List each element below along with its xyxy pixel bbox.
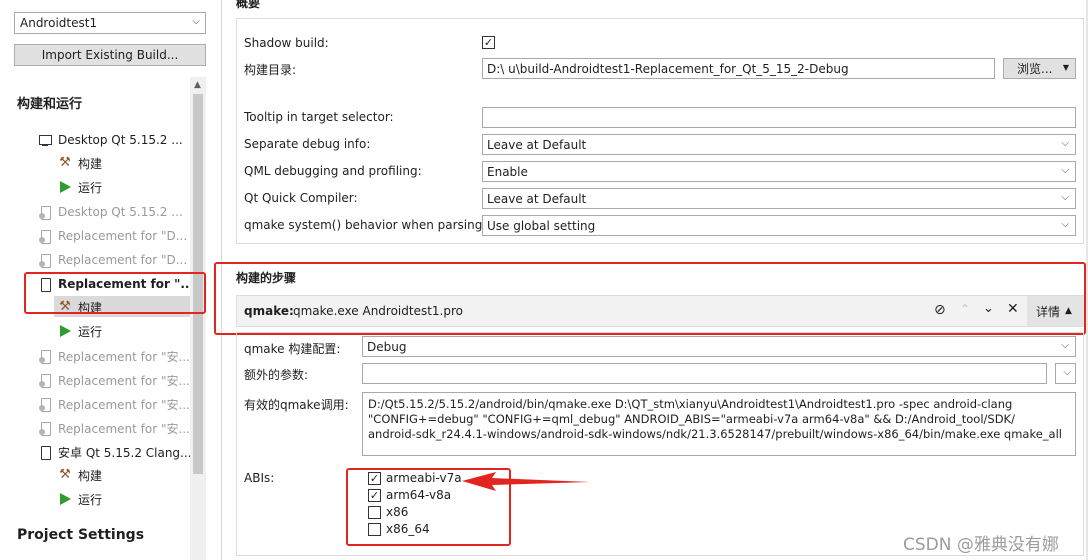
sidebar-item-run[interactable]: 运行 (58, 177, 102, 197)
build-dir-input[interactable]: D:\ u\build-Androidtest1-Replacement_for… (482, 58, 995, 79)
general-settings-group (236, 18, 1084, 244)
browse-button[interactable]: 浏览... ▼ (1003, 58, 1076, 79)
shadow-build-label: Shadow build: (244, 36, 329, 50)
sidebar-item-label: Replacement for "安... (58, 349, 190, 364)
sidebar-item-label: Replacement for "安... (58, 421, 190, 436)
scroll-up-icon: ▲ (194, 80, 201, 90)
sidebar-kit-replacement-d2[interactable]: Replacement for "D... (38, 250, 187, 270)
chevron-down-icon: ⌵ (1063, 367, 1071, 378)
sidebar-item-label: Replacement for "安... (58, 397, 190, 412)
qt-quick-compiler-label: Qt Quick Compiler: (244, 191, 358, 205)
qmake-config-value: Debug (367, 339, 407, 354)
sidebar-item-label: Desktop Qt 5.15.2 ... (58, 205, 183, 219)
sidebar-item-label: 运行 (78, 180, 103, 195)
qt-quick-compiler-value: Leave at Default (487, 191, 587, 206)
tooltip-input[interactable] (482, 107, 1076, 128)
chevron-down-icon: ⌵ (1061, 192, 1069, 203)
caret-down-icon: ▼ (1062, 63, 1069, 72)
chevron-down-icon: ⌵ (1061, 340, 1069, 351)
extra-args-history[interactable]: ⌵ (1055, 363, 1076, 384)
extra-args-input[interactable] (362, 363, 1047, 384)
sidebar-kit-replacement-an2[interactable]: Replacement for "安... (38, 370, 190, 390)
chevron-down-icon: ⌵ (192, 16, 200, 27)
separate-debug-label: Separate debug info: (244, 137, 371, 151)
chevron-down-icon: ⌵ (1061, 219, 1069, 230)
shadow-build-checkbox[interactable]: ✓ (482, 36, 495, 49)
highlight-active-kit (24, 272, 206, 314)
sidebar-kit-android-clang[interactable]: 安卓 Qt 5.15.2 Clang... (38, 442, 192, 462)
qmake-behavior-label: qmake system() behavior when parsing: (244, 218, 487, 232)
sidebar-item-label: Replacement for "D... (58, 253, 188, 267)
effective-call-text: D:/Qt5.15.2/5.15.2/android/bin/qmake.exe… (362, 392, 1076, 456)
separate-debug-value: Leave at Default (487, 137, 587, 152)
sidebar-item-run[interactable]: 运行 (58, 489, 102, 509)
watermark: CSDN @雅典没有娜 (903, 535, 1059, 555)
separate-debug-select[interactable]: Leave at Default ⌵ (482, 134, 1076, 155)
device-icon (38, 397, 52, 412)
device-icon (38, 253, 52, 268)
play-icon (58, 492, 72, 506)
qt-quick-compiler-select[interactable]: Leave at Default ⌵ (482, 188, 1076, 209)
hammer-icon: ⚒ (59, 467, 71, 482)
monitor-plus-icon (38, 205, 52, 220)
kit-selector-label: Androidtest1 (20, 16, 98, 30)
qmake-config-label: qmake 构建配置: (244, 342, 341, 356)
effective-call-line-1: D:/Qt5.15.2/5.15.2/android/bin/qmake.exe… (368, 397, 1013, 411)
chevron-down-icon: ⌵ (1061, 165, 1069, 176)
device-icon (38, 349, 52, 364)
sidebar-item-label: 构建 (78, 156, 103, 171)
sidebar-item-label: Replacement for "安... (58, 373, 190, 388)
sidebar-item-label: 安卓 Qt 5.15.2 Clang... (58, 445, 192, 460)
sidebar-kit-desktop-disabled[interactable]: Desktop Qt 5.15.2 ... (38, 202, 183, 222)
sidebar-kit-replacement-an1[interactable]: Replacement for "安... (38, 346, 190, 366)
monitor-icon (38, 133, 52, 147)
highlight-build-steps (214, 262, 1086, 335)
tooltip-label: Tooltip in target selector: (244, 110, 394, 124)
build-dir-label: 构建目录: (244, 63, 297, 77)
qml-debug-select[interactable]: Enable ⌵ (482, 161, 1076, 182)
sidebar-item-build[interactable]: ⚒ 构建 (58, 465, 102, 485)
effective-call-line-3: android-sdk_r24.4.1-windows/android-sdk-… (368, 427, 1062, 441)
hammer-icon: ⚒ (59, 155, 71, 170)
sidebar-item-run[interactable]: 运行 (58, 321, 102, 341)
general-section-title: 概要 (236, 0, 261, 10)
sidebar-item-label: Desktop Qt 5.15.2 ... (58, 133, 183, 147)
sidebar-scrollbar[interactable]: ▲ (190, 77, 206, 560)
device-icon (38, 229, 52, 244)
project-settings-heading: Project Settings (17, 527, 145, 543)
extra-args-label: 额外的参数: (244, 368, 309, 382)
sidebar-item-label: 运行 (78, 324, 103, 339)
effective-call-label: 有效的qmake调用: (244, 398, 349, 412)
qml-debug-label: QML debugging and profiling: (244, 164, 422, 178)
qml-debug-value: Enable (487, 164, 528, 179)
red-arrow-icon (462, 472, 590, 491)
sidebar-kit-desktop[interactable]: Desktop Qt 5.15.2 ... (38, 130, 183, 150)
sidebar-kit-replacement-an3[interactable]: Replacement for "安... (38, 394, 190, 414)
sidebar-item-build[interactable]: ⚒ 构建 (58, 153, 102, 173)
qmake-config-select[interactable]: Debug ⌵ (362, 336, 1076, 357)
section-build-and-run: 构建和运行 (17, 97, 83, 112)
sidebar-item-label: 构建 (78, 468, 103, 483)
sidebar-item-label: Replacement for "D... (58, 229, 188, 243)
sidebar-item-label: 运行 (78, 492, 103, 507)
play-icon (58, 180, 72, 194)
play-icon (58, 324, 72, 338)
device-icon (38, 445, 52, 460)
browse-button-label: 浏览... (1017, 62, 1053, 76)
kit-selector[interactable]: Androidtest1 ⌵ (14, 12, 206, 34)
import-existing-build-button[interactable]: Import Existing Build... (14, 44, 206, 66)
sidebar-kit-replacement-an4[interactable]: Replacement for "安... (38, 418, 190, 438)
qmake-behavior-value: Use global setting (487, 218, 596, 233)
device-icon (38, 421, 52, 436)
effective-call-line-2: "CONFIG+=debug" "CONFIG+=qml_debug" ANDR… (368, 412, 1015, 426)
device-icon (38, 373, 52, 388)
chevron-down-icon: ⌵ (1061, 138, 1069, 149)
qmake-behavior-select[interactable]: Use global setting ⌵ (482, 215, 1076, 236)
sidebar: Androidtest1 ⌵ Import Existing Build... … (0, 0, 222, 560)
sidebar-kit-replacement-d1[interactable]: Replacement for "D... (38, 226, 187, 246)
abis-label: ABIs: (244, 471, 275, 485)
